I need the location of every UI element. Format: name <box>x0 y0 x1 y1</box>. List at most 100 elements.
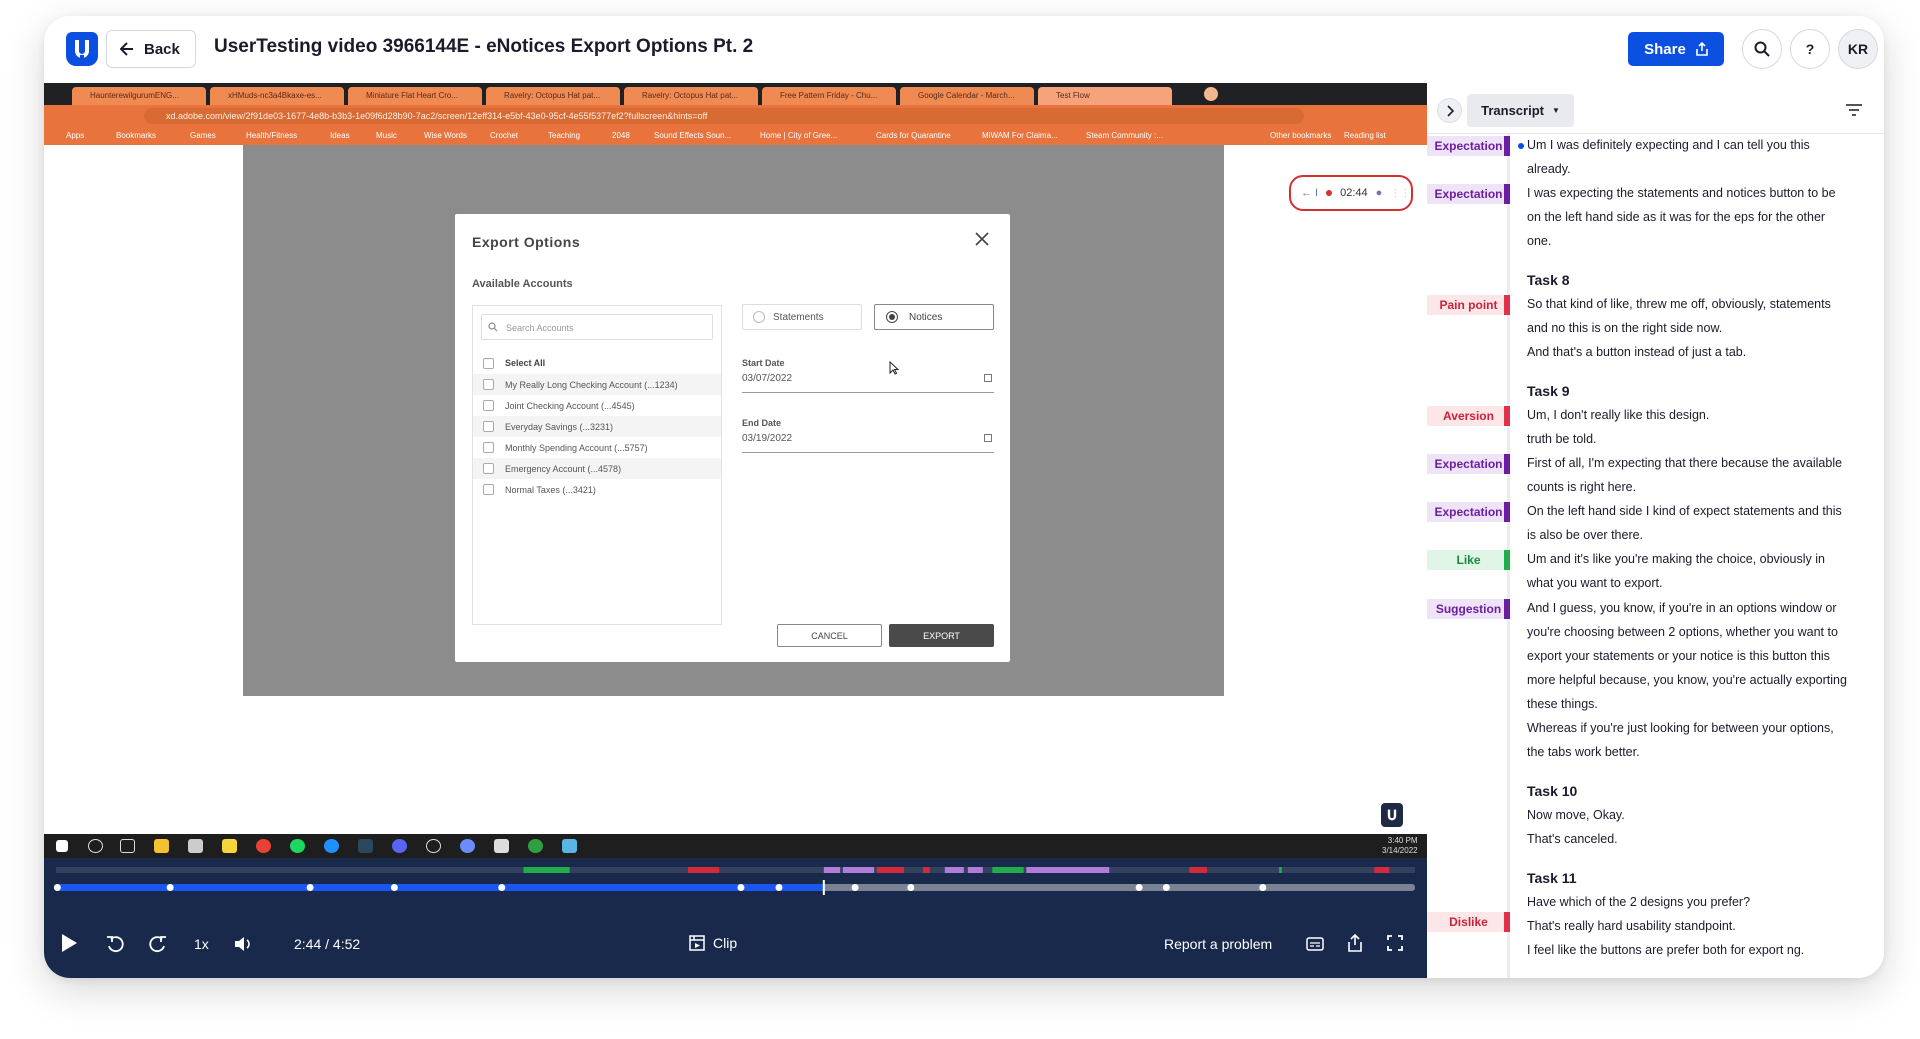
annotation-segment[interactable] <box>687 867 720 873</box>
annotation-segment[interactable] <box>1374 867 1390 873</box>
annotation-segment[interactable] <box>523 867 570 873</box>
transcript-line[interactable]: on the left hand side as it was for the … <box>1527 210 1825 224</box>
annotation-segment[interactable] <box>944 867 964 873</box>
transcript-line[interactable]: So that kind of like, threw me off, obvi… <box>1527 297 1831 311</box>
captions-button[interactable] <box>1306 937 1324 951</box>
transcript-line[interactable]: counts is right here. <box>1527 480 1636 494</box>
search-accounts-input[interactable]: Search Accounts <box>481 314 713 340</box>
transcript-line[interactable]: Whereas if you're just looking for betwe… <box>1527 721 1834 735</box>
transcript-line[interactable]: one. <box>1527 234 1551 248</box>
cancel-button[interactable]: CANCEL <box>777 624 882 647</box>
tag-badge[interactable]: Expectation <box>1427 184 1510 204</box>
transcript-line[interactable]: you're choosing between 2 options, wheth… <box>1527 625 1838 639</box>
annotation-segment[interactable] <box>1279 867 1282 873</box>
avatar[interactable]: KR <box>1838 29 1878 69</box>
comment-marker[interactable] <box>1135 884 1143 891</box>
select-all-row[interactable]: Select All <box>473 352 721 374</box>
comment-marker[interactable] <box>907 884 915 891</box>
account-row[interactable]: Joint Checking Account (...4545) <box>473 395 721 416</box>
transcript-line[interactable]: the tabs work better. <box>1527 745 1640 759</box>
forward-button[interactable] <box>149 935 167 953</box>
play-button[interactable] <box>60 933 78 953</box>
account-row[interactable]: Monthly Spending Account (...5757) <box>473 437 721 458</box>
playback-speed-button[interactable]: 1x <box>194 936 209 952</box>
annotation-segment[interactable] <box>992 867 1024 873</box>
account-row[interactable]: Everyday Savings (...3231) <box>473 416 721 437</box>
volume-button[interactable] <box>234 936 252 952</box>
transcript-line[interactable]: Um I was definitely expecting and I can … <box>1527 138 1810 152</box>
transcript-line[interactable]: and no this is on the right side now. <box>1527 321 1722 335</box>
comment-marker[interactable] <box>166 884 174 891</box>
search-button[interactable] <box>1742 29 1782 69</box>
transcript-dropdown[interactable]: Transcript ▼ <box>1467 94 1574 127</box>
transcript-line[interactable]: what you want to export. <box>1527 576 1663 590</box>
video-player[interactable]: HaunterewilgurumENG... xHMuds-nc3a4Bkaxe… <box>44 83 1427 978</box>
share-video-button[interactable] <box>1347 934 1363 952</box>
transcript-line[interactable]: I was expecting the statements and notic… <box>1527 186 1836 200</box>
transcript-line[interactable]: That's canceled. <box>1527 832 1618 846</box>
filter-button[interactable] <box>1845 104 1863 116</box>
tag-badge[interactable]: Like <box>1427 550 1510 570</box>
tag-badge[interactable]: Expectation <box>1427 502 1510 522</box>
annotation-segment[interactable] <box>842 867 875 873</box>
comment-marker[interactable] <box>775 884 783 891</box>
annotation-segment[interactable] <box>876 867 905 873</box>
transcript-line[interactable]: And that's a button instead of just a ta… <box>1527 345 1746 359</box>
end-date-field[interactable]: 03/19/2022 <box>742 433 994 453</box>
annotation-segment[interactable] <box>967 867 983 873</box>
annotation-segment[interactable] <box>923 867 930 873</box>
tag-badge[interactable]: Suggestion <box>1427 599 1510 619</box>
tag-badge[interactable]: Pain point <box>1427 295 1510 315</box>
comment-marker[interactable] <box>390 884 398 891</box>
transcript-line[interactable]: And I guess, you know, if you're in an o… <box>1527 601 1837 615</box>
clip-button[interactable]: Clip <box>689 935 737 951</box>
tag-badge[interactable]: Expectation <box>1427 454 1510 474</box>
account-row[interactable]: Emergency Account (...4578) <box>473 458 721 479</box>
fullscreen-button[interactable] <box>1387 935 1403 951</box>
rewind-button[interactable] <box>106 935 124 953</box>
transcript-line[interactable]: I feel like the buttons are prefer both … <box>1527 943 1804 957</box>
transcript-line[interactable]: First of all, I'm expecting that there b… <box>1527 456 1842 470</box>
transcript-line[interactable]: already. <box>1527 162 1571 176</box>
usertesting-logo[interactable] <box>66 32 98 66</box>
transcript-line[interactable]: Um, I don't really like this design. <box>1527 408 1709 422</box>
calendar-icon[interactable] <box>984 434 992 442</box>
transcript-line[interactable]: Now move, Okay. <box>1527 808 1625 822</box>
transcript-line[interactable]: That's really hard usability standpoint. <box>1527 919 1736 933</box>
checkbox[interactable] <box>483 358 494 369</box>
comment-marker[interactable] <box>851 884 859 891</box>
back-button[interactable]: Back <box>106 30 196 68</box>
account-row[interactable]: Normal Taxes (...3421) <box>473 479 721 500</box>
collapse-panel-button[interactable] <box>1437 98 1462 123</box>
report-problem-link[interactable]: Report a problem <box>1164 936 1272 952</box>
transcript-line[interactable]: Have which of the 2 designs you prefer? <box>1527 895 1750 909</box>
transcript-line[interactable]: export your statements or your notice is… <box>1527 649 1830 663</box>
tag-badge[interactable]: Aversion <box>1427 406 1510 426</box>
transcript-line[interactable]: more helpful because, you know, you're a… <box>1527 673 1847 687</box>
comment-marker[interactable] <box>737 884 745 891</box>
share-button[interactable]: Share <box>1628 32 1724 66</box>
comment-marker[interactable] <box>1162 884 1170 891</box>
transcript-line[interactable]: is also be over there. <box>1527 528 1643 542</box>
annotation-segment[interactable] <box>1026 867 1110 873</box>
transcript-line[interactable]: Um and it's like you're making the choic… <box>1527 552 1825 566</box>
close-icon[interactable] <box>975 232 989 246</box>
transcript-line[interactable]: On the left hand side I kind of expect s… <box>1527 504 1842 518</box>
calendar-icon[interactable] <box>984 374 992 382</box>
transcript-line[interactable]: truth be told. <box>1527 432 1597 446</box>
comment-marker[interactable] <box>1259 884 1267 891</box>
comment-marker[interactable] <box>53 884 61 891</box>
checkbox[interactable] <box>483 442 494 453</box>
help-button[interactable]: ? <box>1790 29 1830 69</box>
annotation-segment[interactable] <box>1189 867 1208 873</box>
comment-marker[interactable] <box>306 884 314 891</box>
checkbox[interactable] <box>483 463 494 474</box>
checkbox[interactable] <box>483 379 494 390</box>
checkbox[interactable] <box>483 421 494 432</box>
transcript-line[interactable]: these things. <box>1527 697 1598 711</box>
timeline[interactable] <box>44 858 1427 918</box>
checkbox[interactable] <box>483 400 494 411</box>
export-button[interactable]: EXPORT <box>889 624 994 647</box>
account-row[interactable]: My Really Long Checking Account (...1234… <box>473 374 721 395</box>
annotation-segment[interactable] <box>823 867 841 873</box>
